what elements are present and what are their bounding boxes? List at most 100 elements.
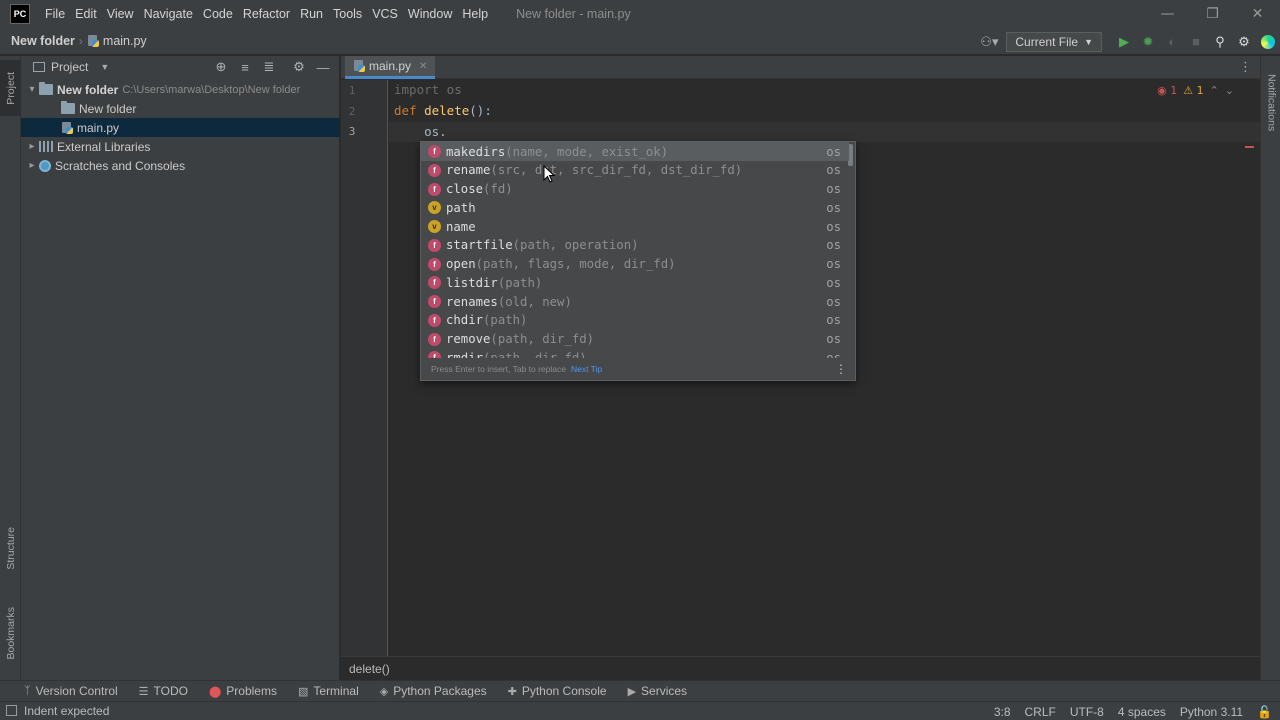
- inspection-widget[interactable]: ◉ 1 ⚠ 1 ⌃ ⌄: [1157, 84, 1234, 97]
- search-icon[interactable]: ⚲: [1208, 31, 1232, 53]
- close-icon[interactable]: ✕: [1235, 0, 1280, 28]
- line-separator[interactable]: CRLF: [1025, 705, 1056, 719]
- menu-window[interactable]: Window: [403, 7, 457, 21]
- menu-view[interactable]: View: [102, 7, 139, 21]
- python-console-button[interactable]: ✚ Python Console: [508, 684, 607, 698]
- breadcrumb-file[interactable]: main.py: [87, 34, 147, 48]
- completion-type: os: [826, 332, 841, 346]
- jetbrains-toolbox-icon[interactable]: [1256, 31, 1280, 53]
- menu-run[interactable]: Run: [295, 7, 328, 21]
- completion-item[interactable]: f startfile (path, operation) os: [421, 236, 849, 255]
- completion-item[interactable]: f makedirs (name, mode, exist_ok) os: [421, 142, 849, 161]
- completion-params: (path, dir_fd): [483, 350, 587, 358]
- gear-icon[interactable]: ⚙: [287, 59, 311, 75]
- module-name: os: [439, 82, 462, 97]
- hide-icon[interactable]: —: [311, 60, 335, 75]
- menu-tools[interactable]: Tools: [328, 7, 367, 21]
- problems-button[interactable]: ⬤ Problems: [209, 684, 277, 698]
- chevron-up-icon[interactable]: ⌃: [1210, 84, 1219, 97]
- completion-item[interactable]: f renames (old, new) os: [421, 292, 849, 311]
- menu-code[interactable]: Code: [198, 7, 238, 21]
- minimize-icon[interactable]: —: [1145, 0, 1190, 28]
- structure-tool-tab[interactable]: Structure: [0, 516, 21, 580]
- tree-item-scratches[interactable]: ▸ Scratches and Consoles: [21, 156, 340, 175]
- version-control-label: Version Control: [35, 684, 118, 698]
- completion-item[interactable]: f close (fd) os: [421, 180, 849, 199]
- restore-icon[interactable]: ❐: [1190, 0, 1235, 28]
- python-interpreter[interactable]: Python 3.11: [1180, 705, 1243, 719]
- error-stripe-mark[interactable]: [1245, 146, 1254, 148]
- code-line-1[interactable]: import os: [394, 82, 462, 97]
- menu-navigate[interactable]: Navigate: [139, 7, 198, 21]
- status-toggle-icon[interactable]: [6, 705, 17, 716]
- python-packages-button[interactable]: ◈ Python Packages: [380, 684, 487, 698]
- scratches-icon: [39, 159, 51, 172]
- menu-vcs[interactable]: VCS: [367, 7, 403, 21]
- completion-name: open: [446, 257, 476, 271]
- bookmarks-tool-tab[interactable]: Bookmarks: [0, 596, 21, 670]
- lock-icon[interactable]: 🔓: [1257, 705, 1272, 719]
- completion-item[interactable]: f rmdir (path, dir_fd) os: [421, 348, 849, 358]
- user-icon[interactable]: ⚇▾: [972, 31, 1006, 53]
- breadcrumb-project[interactable]: New folder: [11, 34, 75, 48]
- completion-item[interactable]: f remove (path, dir_fd) os: [421, 330, 849, 349]
- code-line-2[interactable]: def delete():: [394, 103, 492, 118]
- close-tab-icon[interactable]: ✕: [419, 61, 427, 72]
- more-vertical-icon[interactable]: ⋮: [835, 362, 847, 376]
- run-icon[interactable]: ▶: [1112, 31, 1136, 53]
- caret-position[interactable]: 3:8: [994, 705, 1011, 719]
- more-vertical-icon[interactable]: ⋮: [1239, 60, 1252, 75]
- completion-item[interactable]: f listdir (path) os: [421, 273, 849, 292]
- locate-file-icon[interactable]: ⊕: [209, 59, 233, 75]
- todo-button[interactable]: ☰ TODO: [139, 684, 188, 698]
- tree-item-external-libraries[interactable]: ▸ External Libraries: [21, 137, 340, 156]
- notifications-label: Notifications: [1265, 74, 1278, 132]
- coverage-icon[interactable]: ◐: [1160, 31, 1184, 53]
- status-message: Indent expected: [24, 704, 110, 718]
- right-tool-stripe: Notifications: [1260, 56, 1280, 680]
- file-encoding[interactable]: UTF-8: [1070, 705, 1104, 719]
- project-panel-title[interactable]: Project: [51, 60, 88, 74]
- services-button[interactable]: ▶ Services: [628, 684, 687, 698]
- editor-breadcrumb[interactable]: delete(): [349, 662, 390, 676]
- chevron-down-icon[interactable]: ▼: [100, 62, 109, 72]
- code-text: os.: [394, 124, 447, 139]
- run-config-dropdown[interactable]: Current File ▼: [1006, 31, 1102, 52]
- expand-all-icon[interactable]: ≡: [233, 60, 257, 75]
- menu-refactor[interactable]: Refactor: [238, 7, 295, 21]
- next-tip-link[interactable]: Next Tip: [571, 364, 602, 374]
- error-icon: ⬤: [208, 685, 222, 698]
- settings-gear-icon[interactable]: ⚙: [1232, 31, 1256, 53]
- completion-item[interactable]: f rename (src, dst, src_dir_fd, dst_dir_fd…: [421, 161, 849, 180]
- project-tool-tab[interactable]: Project: [0, 60, 21, 116]
- code-line-3[interactable]: os.: [394, 124, 447, 139]
- completion-item[interactable]: f open (path, flags, mode, dir_fd) os: [421, 255, 849, 274]
- project-view-icon: [33, 62, 45, 72]
- indent-setting[interactable]: 4 spaces: [1118, 705, 1166, 719]
- stop-icon[interactable]: ■: [1184, 31, 1208, 53]
- tab-main-py[interactable]: main.py ✕: [345, 56, 436, 79]
- version-control-button[interactable]: ᛉ Version Control: [24, 684, 118, 698]
- tree-item-subfolder[interactable]: New folder: [21, 99, 340, 118]
- completion-type: os: [826, 163, 841, 178]
- terminal-button[interactable]: ▧ Terminal: [298, 684, 359, 698]
- completion-item[interactable]: v name os: [421, 217, 849, 236]
- completion-item[interactable]: f chdir (path) os: [421, 311, 849, 330]
- warning-count: ⚠ 1: [1183, 84, 1204, 97]
- completion-item[interactable]: v path os: [421, 198, 849, 217]
- editor-tabs: main.py ✕ ⋮: [341, 56, 1260, 79]
- completion-name: rename: [446, 163, 491, 178]
- notifications-tool-tab[interactable]: Notifications: [1261, 62, 1280, 144]
- left-tool-stripe: Project Structure Bookmarks: [0, 56, 21, 680]
- menu-help[interactable]: Help: [457, 7, 493, 21]
- pycharm-logo: PC: [10, 4, 30, 24]
- tree-file-label: main.py: [77, 120, 120, 135]
- function-icon: f: [428, 295, 441, 308]
- tree-item-main-py[interactable]: main.py: [21, 118, 340, 137]
- debug-icon[interactable]: ✹: [1136, 31, 1160, 53]
- collapse-all-icon[interactable]: ≣: [257, 59, 281, 75]
- tree-item-root-folder[interactable]: ▾ New folder C:\Users\marwa\Desktop\New …: [21, 80, 340, 99]
- menu-edit[interactable]: Edit: [70, 7, 102, 21]
- menu-file[interactable]: File: [40, 7, 70, 21]
- chevron-down-icon[interactable]: ⌄: [1225, 84, 1234, 97]
